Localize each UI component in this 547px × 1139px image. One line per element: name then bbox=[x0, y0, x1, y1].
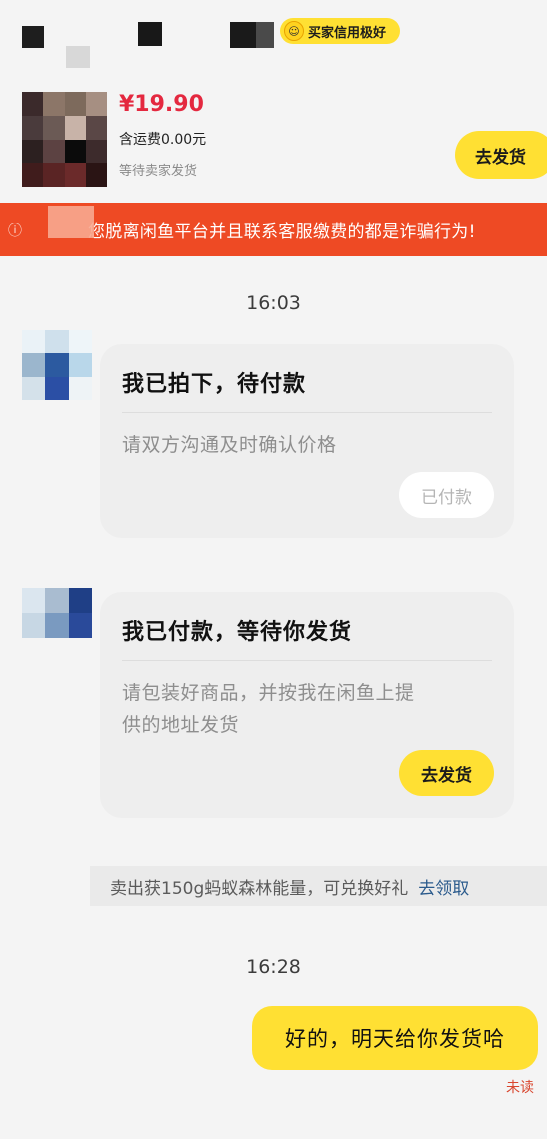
smile-face-icon: ☺ bbox=[284, 21, 304, 41]
energy-notice-text: 卖出获150g蚂蚁森林能量，可兑换好礼 bbox=[110, 878, 409, 899]
info-circle-icon: ⓘ bbox=[8, 222, 22, 239]
order-status: 等待卖家发货 bbox=[119, 164, 198, 179]
ship-button[interactable]: 去发货 bbox=[399, 750, 494, 796]
fraud-warning-text: 您脱离闲鱼平台并且联系客服缴费的都是诈骗行为! bbox=[88, 222, 476, 242]
card-body: 请双方沟通及时确认价格 bbox=[122, 434, 337, 456]
order-placed-card: 我已拍下，待付款 请双方沟通及时确认价格 已付款 bbox=[100, 344, 514, 538]
chat-timestamp: 16:28 bbox=[246, 956, 301, 978]
buyer-avatar[interactable] bbox=[22, 588, 92, 638]
ship-button-header[interactable]: 去发货 bbox=[455, 131, 547, 179]
paid-button[interactable]: 已付款 bbox=[399, 472, 494, 518]
shipping-fee: 含运费0.00元 bbox=[119, 132, 207, 148]
blurred-name-block-3 bbox=[138, 22, 162, 46]
order-paid-card: 我已付款，等待你发货 请包装好商品，并按我在闲鱼上提 供的地址发货 去发货 bbox=[100, 592, 514, 818]
card-divider bbox=[122, 412, 492, 413]
seller-message-text: 好的，明天给你发货哈 bbox=[285, 1027, 505, 1051]
card-body-line: 供的地址发货 bbox=[122, 714, 240, 736]
order-price: ¥19.90 bbox=[119, 92, 204, 117]
blurred-overlay bbox=[48, 206, 94, 238]
read-status: 未读 bbox=[506, 1080, 534, 1096]
energy-reward-notice: 卖出获150g蚂蚁森林能量，可兑换好礼 去领取 bbox=[90, 866, 547, 906]
card-body-line: 请包装好商品，并按我在闲鱼上提 bbox=[122, 682, 415, 704]
product-thumbnail[interactable] bbox=[22, 92, 107, 187]
card-title: 我已拍下，待付款 bbox=[122, 372, 307, 397]
card-divider bbox=[122, 660, 492, 661]
card-title: 我已付款，等待你发货 bbox=[122, 620, 353, 645]
buyer-credit-badge[interactable]: ☺ 买家信用极好 bbox=[280, 18, 400, 44]
credit-badge-label: 买家信用极好 bbox=[308, 25, 387, 41]
blurred-name-block-2 bbox=[66, 46, 90, 68]
card-body: 请包装好商品，并按我在闲鱼上提 供的地址发货 bbox=[122, 677, 492, 741]
blurred-name-block-1 bbox=[22, 26, 44, 48]
claim-reward-link[interactable]: 去领取 bbox=[418, 874, 469, 899]
blurred-name-block-5 bbox=[256, 22, 274, 48]
seller-message-bubble[interactable]: 好的，明天给你发货哈 bbox=[252, 1006, 538, 1070]
chat-timestamp: 16:03 bbox=[246, 292, 301, 314]
buyer-avatar[interactable] bbox=[22, 330, 92, 400]
